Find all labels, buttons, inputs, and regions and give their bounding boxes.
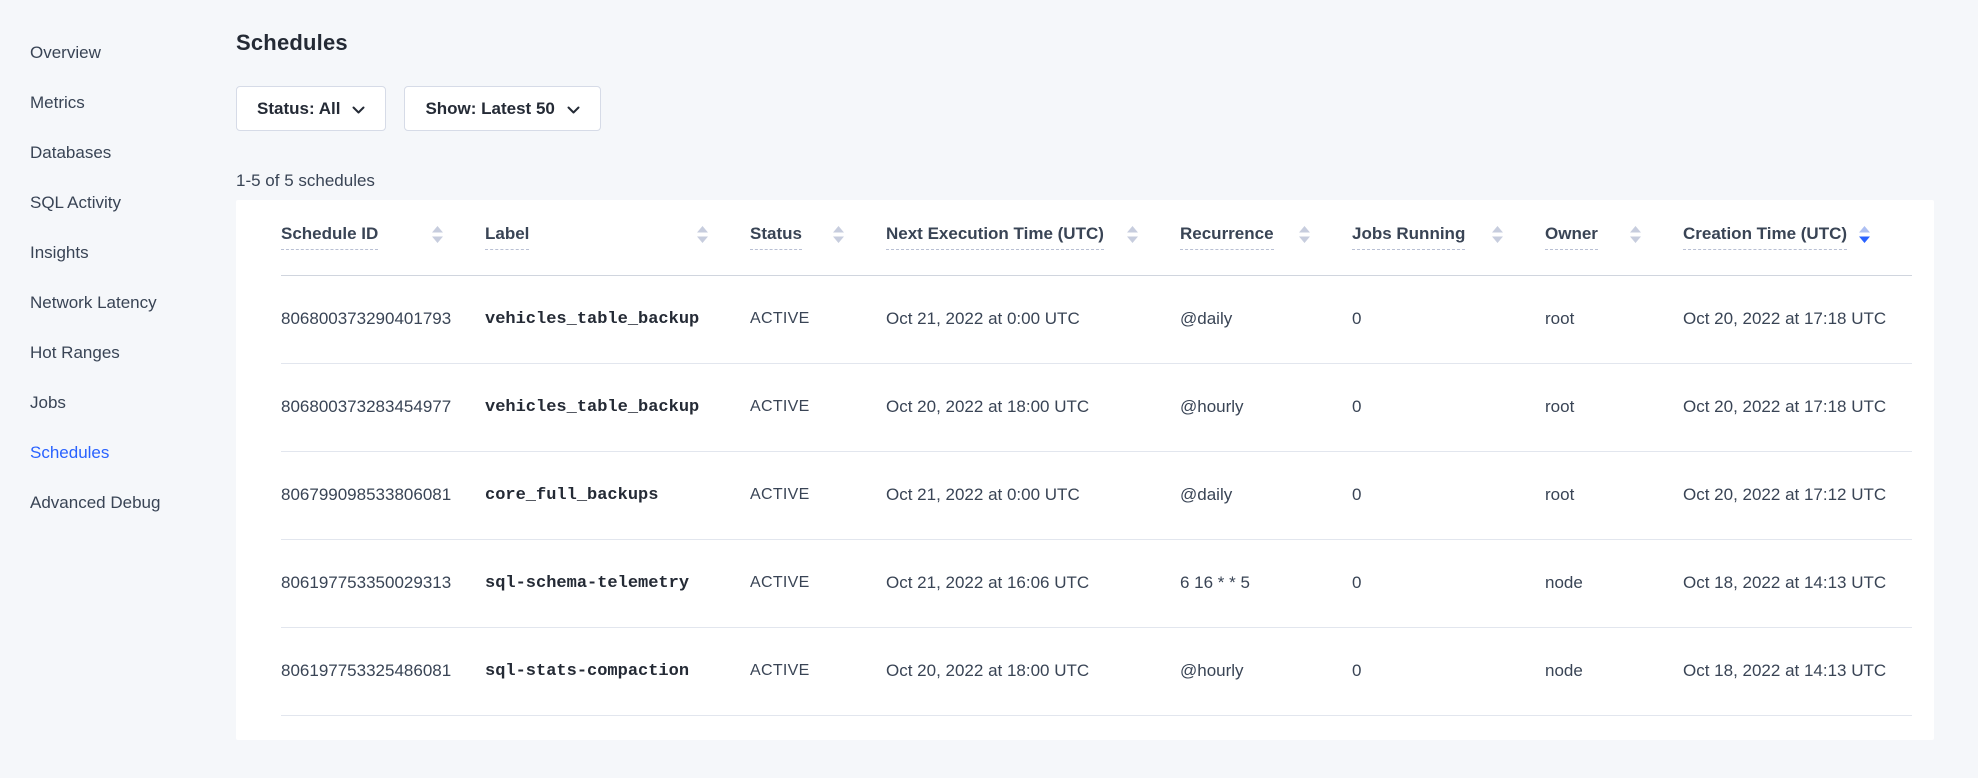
- show-filter-dropdown[interactable]: Show: Latest 50: [404, 86, 600, 131]
- cell-schedule-id: 806800373283454977: [281, 363, 485, 451]
- cell-next-execution-time: Oct 21, 2022 at 0:00 UTC: [886, 451, 1180, 539]
- filter-row: Status: All Show: Latest 50: [236, 86, 1934, 131]
- table-row: 806800373283454977vehicles_table_backupA…: [281, 363, 1912, 451]
- cell-owner: root: [1545, 363, 1683, 451]
- cell-schedule-id: 806197753325486081: [281, 627, 485, 715]
- cell-status: ACTIVE: [750, 627, 886, 715]
- column-label: Next Execution Time (UTC): [886, 224, 1104, 250]
- sidebar-item-schedules[interactable]: Schedules: [0, 428, 236, 478]
- column-header-label[interactable]: Label: [485, 200, 750, 275]
- table-body: 806800373290401793vehicles_table_backupA…: [281, 275, 1912, 715]
- chevron-down-icon: [352, 100, 365, 120]
- cell-owner: root: [1545, 275, 1683, 363]
- table-header-row: Schedule ID Label Status Next Execution Tim…: [281, 200, 1912, 275]
- cell-recurrence: @hourly: [1180, 627, 1352, 715]
- column-header-creation-time-utc[interactable]: Creation Time (UTC): [1683, 200, 1912, 275]
- table-row: 806800373290401793vehicles_table_backupA…: [281, 275, 1912, 363]
- sort-icon[interactable]: [1630, 226, 1641, 248]
- table-row: 806197753325486081sql-stats-compactionAC…: [281, 627, 1912, 715]
- cell-jobs-running: 0: [1352, 275, 1545, 363]
- cell-label: sql-schema-telemetry: [485, 539, 750, 627]
- cell-recurrence: 6 16 * * 5: [1180, 539, 1352, 627]
- cell-owner: root: [1545, 451, 1683, 539]
- cell-status: ACTIVE: [750, 539, 886, 627]
- column-header-schedule-id[interactable]: Schedule ID: [281, 200, 485, 275]
- cell-schedule-id: 806800373290401793: [281, 275, 485, 363]
- sidebar-item-jobs[interactable]: Jobs: [0, 378, 236, 428]
- sort-icon[interactable]: [1127, 226, 1138, 248]
- cell-next-execution-time: Oct 20, 2022 at 18:00 UTC: [886, 363, 1180, 451]
- table-row: 806799098533806081core_full_backupsACTIV…: [281, 451, 1912, 539]
- sidebar-nav: OverviewMetricsDatabasesSQL ActivityInsi…: [0, 0, 236, 778]
- page-title: Schedules: [236, 30, 1934, 56]
- column-label: Status: [750, 224, 802, 250]
- column-label: Owner: [1545, 224, 1598, 250]
- sidebar-item-insights[interactable]: Insights: [0, 228, 236, 278]
- sidebar-item-advanced-debug[interactable]: Advanced Debug: [0, 478, 236, 528]
- cell-creation-time: Oct 18, 2022 at 14:13 UTC: [1683, 539, 1912, 627]
- cell-label: sql-stats-compaction: [485, 627, 750, 715]
- cell-jobs-running: 0: [1352, 627, 1545, 715]
- sidebar-item-overview[interactable]: Overview: [0, 28, 236, 78]
- sidebar-item-network-latency[interactable]: Network Latency: [0, 278, 236, 328]
- cell-schedule-id: 806197753350029313: [281, 539, 485, 627]
- sidebar-item-metrics[interactable]: Metrics: [0, 78, 236, 128]
- column-header-recurrence[interactable]: Recurrence: [1180, 200, 1352, 275]
- cell-next-execution-time: Oct 21, 2022 at 0:00 UTC: [886, 275, 1180, 363]
- column-label: Schedule ID: [281, 224, 378, 250]
- chevron-down-icon: [567, 100, 580, 120]
- status-filter-dropdown[interactable]: Status: All: [236, 86, 386, 131]
- cell-status: ACTIVE: [750, 363, 886, 451]
- cell-label: vehicles_table_backup: [485, 275, 750, 363]
- column-header-owner[interactable]: Owner: [1545, 200, 1683, 275]
- cell-status: ACTIVE: [750, 451, 886, 539]
- sort-icon[interactable]: [697, 226, 708, 248]
- sidebar-item-sql-activity[interactable]: SQL Activity: [0, 178, 236, 228]
- cell-creation-time: Oct 20, 2022 at 17:18 UTC: [1683, 275, 1912, 363]
- cell-schedule-id: 806799098533806081: [281, 451, 485, 539]
- cell-jobs-running: 0: [1352, 451, 1545, 539]
- column-header-jobs-running[interactable]: Jobs Running: [1352, 200, 1545, 275]
- results-summary: 1-5 of 5 schedules: [236, 171, 1934, 191]
- cell-label: vehicles_table_backup: [485, 363, 750, 451]
- sidebar-item-databases[interactable]: Databases: [0, 128, 236, 178]
- main-content: Schedules Status: All Show: Latest 50 1-…: [236, 0, 1978, 778]
- column-label: Jobs Running: [1352, 224, 1465, 250]
- sort-icon[interactable]: [833, 226, 844, 248]
- cell-creation-time: Oct 18, 2022 at 14:13 UTC: [1683, 627, 1912, 715]
- cell-jobs-running: 0: [1352, 539, 1545, 627]
- status-filter-label: Status: All: [257, 99, 340, 119]
- cell-recurrence: @hourly: [1180, 363, 1352, 451]
- cell-next-execution-time: Oct 20, 2022 at 18:00 UTC: [886, 627, 1180, 715]
- cell-creation-time: Oct 20, 2022 at 17:18 UTC: [1683, 363, 1912, 451]
- cell-recurrence: @daily: [1180, 451, 1352, 539]
- cell-label: core_full_backups: [485, 451, 750, 539]
- column-label: Recurrence: [1180, 224, 1274, 250]
- column-label: Creation Time (UTC): [1683, 224, 1847, 250]
- cell-owner: node: [1545, 627, 1683, 715]
- schedules-table: Schedule ID Label Status Next Execution Tim…: [281, 200, 1912, 716]
- table-row: 806197753350029313sql-schema-telemetryAC…: [281, 539, 1912, 627]
- sort-icon[interactable]: [1492, 226, 1503, 248]
- sidebar-item-hot-ranges[interactable]: Hot Ranges: [0, 328, 236, 378]
- column-header-next-execution-time-utc[interactable]: Next Execution Time (UTC): [886, 200, 1180, 275]
- cell-jobs-running: 0: [1352, 363, 1545, 451]
- sort-icon[interactable]: [432, 226, 443, 248]
- show-filter-label: Show: Latest 50: [425, 99, 554, 119]
- schedules-table-card: Schedule ID Label Status Next Execution Tim…: [236, 200, 1934, 740]
- column-label: Label: [485, 224, 529, 250]
- cell-next-execution-time: Oct 21, 2022 at 16:06 UTC: [886, 539, 1180, 627]
- cell-owner: node: [1545, 539, 1683, 627]
- sort-icon[interactable]: [1299, 226, 1310, 248]
- cell-status: ACTIVE: [750, 275, 886, 363]
- sort-icon[interactable]: [1859, 226, 1870, 248]
- cell-recurrence: @daily: [1180, 275, 1352, 363]
- column-header-status[interactable]: Status: [750, 200, 886, 275]
- cell-creation-time: Oct 20, 2022 at 17:12 UTC: [1683, 451, 1912, 539]
